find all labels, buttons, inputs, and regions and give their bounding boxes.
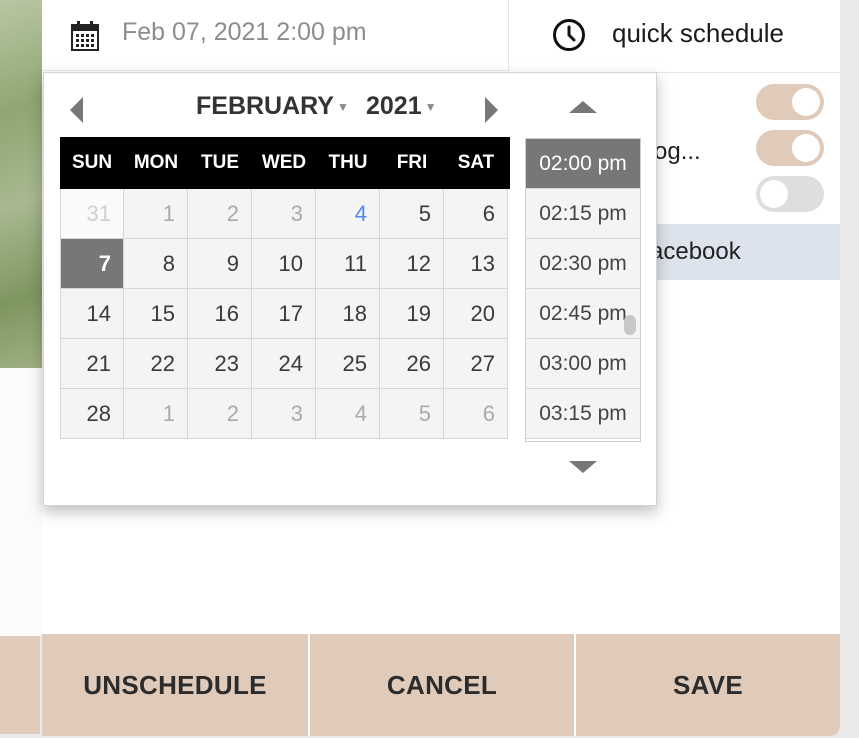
calendar-day[interactable]: 21 [60,339,124,389]
calendar-day[interactable]: 2 [188,389,252,439]
calendar-day[interactable]: 13 [444,239,508,289]
time-list[interactable]: 02:00 pm 02:15 pm 02:30 pm 02:45 pm 03:0… [525,138,641,442]
unschedule-button[interactable]: UNSCHEDULE [42,634,308,736]
calendar-day[interactable]: 8 [124,239,188,289]
calendar-day[interactable]: 20 [444,289,508,339]
calendar-day[interactable]: 14 [60,289,124,339]
calendar-day[interactable]: 12 [380,239,444,289]
time-option-selected[interactable]: 02:00 pm [526,139,640,189]
calendar-day[interactable]: 16 [188,289,252,339]
calendar-week: 31 1 2 3 4 5 6 [60,189,510,239]
calendar-grid: SUN MON TUE WED THU FRI SAT 31 1 2 3 4 5… [60,137,510,439]
weekday-tue: TUE [201,152,239,173]
weekday-sun: SUN [71,152,113,173]
calendar-day[interactable]: 28 [60,389,124,439]
background-panel [0,368,42,636]
weekday-fri: FRI [396,152,428,173]
calendar-day[interactable]: 19 [380,289,444,339]
time-option[interactable]: 02:45 pm [526,289,640,339]
year-select[interactable]: 2021 ▼ [366,92,437,121]
save-button[interactable]: SAVE [574,634,840,736]
calendar-day[interactable]: 1 [124,389,188,439]
calendar-day-today[interactable]: 4 [316,189,380,239]
calendar-day[interactable]: 17 [252,289,316,339]
calendar-day[interactable]: 6 [444,389,508,439]
calendar-day[interactable]: 24 [252,339,316,389]
toggle-switch-2[interactable] [756,130,824,166]
time-scrollbar-thumb[interactable] [624,315,636,335]
calendar-week: 28 1 2 3 4 5 6 [60,389,510,439]
time-scroll-down-icon[interactable] [569,461,597,473]
weekday-sat: SAT [457,152,495,173]
calendar-day[interactable]: 11 [316,239,380,289]
weekday-wed: WED [261,152,307,173]
prev-month-arrow-icon[interactable] [70,97,83,123]
date-value: Feb 07, 2021 2:00 pm [122,18,367,46]
calendar-day[interactable]: 26 [380,339,444,389]
calendar-day[interactable]: 15 [124,289,188,339]
toggle-knob [792,134,820,162]
time-scroll-up-icon[interactable] [569,101,597,113]
calendar-week: 14 15 16 17 18 19 20 [60,289,510,339]
time-option[interactable]: 02:30 pm [526,239,640,289]
calendar-day[interactable]: 22 [124,339,188,389]
background-button [0,636,40,734]
calendar-day-selected[interactable]: 7 [60,239,124,289]
calendar-day[interactable]: 25 [316,339,380,389]
toggle-knob [760,180,788,208]
background-photo [0,0,42,368]
calendar-day[interactable]: 3 [252,189,316,239]
calendar-day[interactable]: 3 [252,389,316,439]
calendar-day[interactable]: 4 [316,389,380,439]
time-option[interactable]: 02:15 pm [526,189,640,239]
action-bar: UNSCHEDULE CANCEL SAVE [42,634,840,736]
calendar-day[interactable]: 27 [444,339,508,389]
calendar-day[interactable]: 5 [380,389,444,439]
calendar-week: 7 8 9 10 11 12 13 [60,239,510,289]
calendar-week: 21 22 23 24 25 26 27 [60,339,510,389]
caret-down-icon: ▼ [424,100,437,115]
weekday-mon: MON [133,152,179,173]
toggle-knob [792,88,820,116]
cancel-button[interactable]: CANCEL [308,634,574,736]
calendar-day[interactable]: 31 [60,189,124,239]
year-label: 2021 [366,92,422,120]
calendar-day[interactable]: 2 [188,189,252,239]
calendar-day[interactable]: 9 [188,239,252,289]
month-select[interactable]: FEBRUARY ▼ [196,92,349,121]
calendar-day[interactable]: 18 [316,289,380,339]
calendar-day[interactable]: 5 [380,189,444,239]
calendar-icon [70,20,100,57]
quick-schedule-label: quick schedule [612,18,784,48]
toggle-switch-1[interactable] [756,84,824,120]
toggle-switch-3[interactable] [756,176,824,212]
clock-icon [552,18,586,57]
weekday-thu: THU [328,152,368,173]
calendar-day[interactable]: 23 [188,339,252,389]
calendar-day[interactable]: 1 [124,189,188,239]
quick-schedule-button[interactable]: quick schedule [510,0,840,73]
calendar-day[interactable]: 10 [252,239,316,289]
caret-down-icon: ▼ [336,100,349,115]
calendar-day[interactable]: 6 [444,189,508,239]
time-option[interactable]: 03:00 pm [526,339,640,389]
facebook-label: acebook [650,238,741,265]
weekday-header: SUN MON TUE WED THU FRI SAT [60,137,510,189]
next-month-arrow-icon[interactable] [485,97,498,123]
time-option[interactable]: 03:15 pm [526,389,640,439]
month-label: FEBRUARY [196,92,334,120]
option-label-snippet: og... [654,138,701,165]
date-field[interactable]: Feb 07, 2021 2:00 pm [42,0,509,71]
datetime-picker: FEBRUARY ▼ 2021 ▼ SUN MON TUE WED THU FRI … [43,72,657,506]
